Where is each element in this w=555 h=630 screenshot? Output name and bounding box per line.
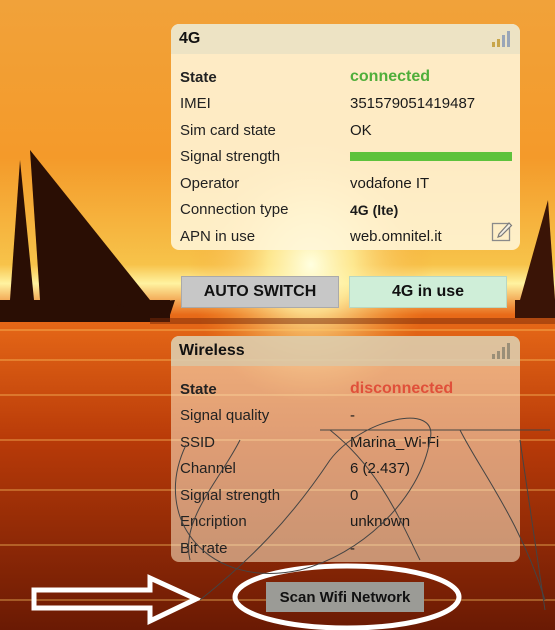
label-encryption: Encription xyxy=(180,513,247,531)
value-imei: 351579051419487 xyxy=(350,95,476,113)
value-state: connected xyxy=(350,68,431,86)
label-wl-state: State xyxy=(180,380,217,398)
auto-switch-button[interactable]: AUTO SWITCH xyxy=(181,276,339,308)
panel-wireless-rows: State disconnected Signal quality - SSID… xyxy=(180,376,512,562)
row-signal-quality: Signal quality - xyxy=(180,403,512,430)
label-channel: Channel xyxy=(180,460,236,478)
panel-4g-header: 4G xyxy=(171,24,520,54)
label-bit-rate: Bit rate xyxy=(180,539,228,557)
row-sim-card-state: Sim card state OK xyxy=(180,117,512,144)
value-bit-rate: - xyxy=(350,539,355,557)
value-encryption: unknown xyxy=(350,513,411,531)
scan-wifi-button[interactable]: Scan Wifi Network xyxy=(266,582,424,612)
signal-bars-icon xyxy=(492,343,510,359)
row-ssid: SSID Marina_Wi-Fi xyxy=(180,429,512,456)
edit-icon[interactable] xyxy=(491,220,513,242)
label-connection-type: Connection type xyxy=(180,201,289,219)
panel-wireless: Wireless State disconnected Signal quali… xyxy=(171,336,520,562)
value-apn: web.omnitel.it xyxy=(350,227,442,245)
value-signal-strength xyxy=(350,152,512,162)
value-operator: vodafone IT xyxy=(350,174,430,192)
row-imei: IMEI 351579051419487 xyxy=(180,91,512,118)
panel-wireless-header: Wireless xyxy=(171,336,520,366)
signal-bars-icon xyxy=(492,31,510,47)
signal-strength-bar xyxy=(350,152,512,162)
row-signal-strength: Signal strength xyxy=(180,144,512,171)
row-apn: APN in use web.omnitel.it xyxy=(180,223,512,250)
value-signal-quality: - xyxy=(350,407,355,425)
label-sim-card-state: Sim card state xyxy=(180,121,276,139)
row-operator: Operator vodafone IT xyxy=(180,170,512,197)
label-operator: Operator xyxy=(180,174,240,192)
row-wl-state: State disconnected xyxy=(180,376,512,403)
row-channel: Channel 6 (2.437) xyxy=(180,456,512,483)
value-ssid: Marina_Wi-Fi xyxy=(350,433,440,451)
row-bit-rate: Bit rate - xyxy=(180,535,512,562)
value-connection-type: 4G (lte) xyxy=(350,201,399,218)
panel-4g: 4G State connected IMEI 351579051419487 … xyxy=(171,24,520,250)
value-sim-card-state: OK xyxy=(350,121,372,139)
row-state: State connected xyxy=(180,64,512,91)
value-wl-state: disconnected xyxy=(350,380,454,398)
panel-4g-title: 4G xyxy=(179,30,201,47)
label-apn: APN in use xyxy=(180,227,256,245)
row-encryption: Encription unknown xyxy=(180,509,512,536)
panel-wireless-title: Wireless xyxy=(179,342,245,359)
panel-4g-rows: State connected IMEI 351579051419487 Sim… xyxy=(180,64,512,250)
label-wl-signal-strength: Signal strength xyxy=(180,486,281,504)
value-channel: 6 (2.437) xyxy=(350,460,411,478)
label-imei: IMEI xyxy=(180,95,211,113)
label-signal-quality: Signal quality xyxy=(180,407,270,425)
row-connection-type: Connection type 4G (lte) xyxy=(180,197,512,224)
value-wl-signal-strength: 0 xyxy=(350,486,359,504)
label-ssid: SSID xyxy=(180,433,216,451)
row-wl-signal-strength: Signal strength 0 xyxy=(180,482,512,509)
label-state: State xyxy=(180,68,217,86)
label-signal-strength: Signal strength xyxy=(180,148,281,166)
4g-in-use-button[interactable]: 4G in use xyxy=(349,276,507,308)
